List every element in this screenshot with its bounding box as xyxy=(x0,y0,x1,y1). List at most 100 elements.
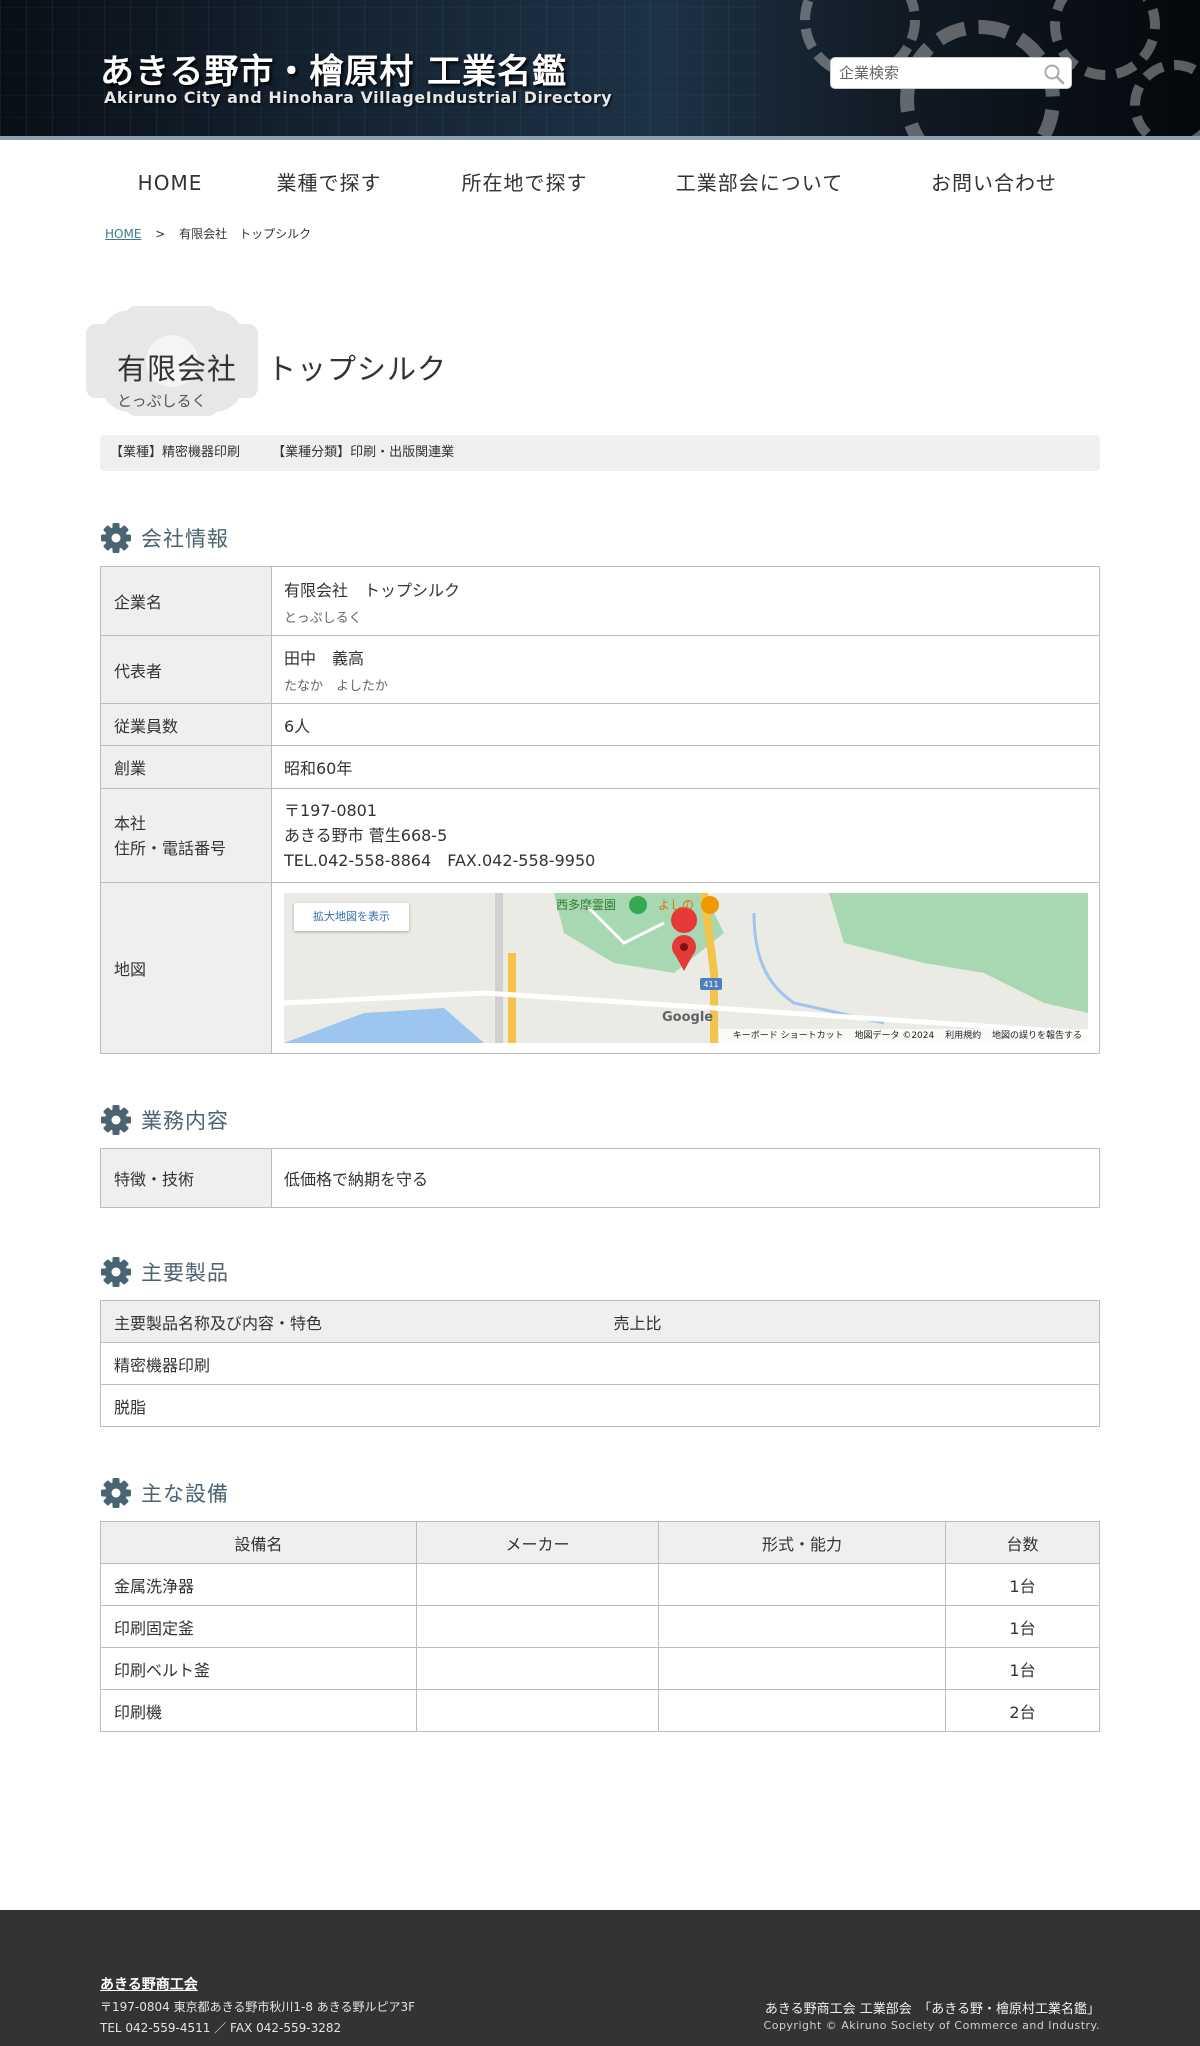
hq-address-label: 住所・電話番号 xyxy=(114,838,227,858)
equipment-spec xyxy=(658,1563,946,1606)
search-box xyxy=(830,57,1072,89)
row-label: 企業名 xyxy=(100,566,272,636)
company-name-kana: とっぷしるく xyxy=(284,610,362,626)
product-name: 脱脂 xyxy=(100,1384,1100,1427)
cemetery-marker-icon[interactable] xyxy=(629,896,647,914)
row-label: 特徴・技術 xyxy=(100,1148,272,1208)
gear-icon xyxy=(101,1478,131,1508)
representative-kana: たなか よしたか xyxy=(284,679,389,694)
google-logo: Google xyxy=(662,1010,713,1025)
column-header: 主要製品名称及び内容・特色 xyxy=(100,1300,601,1343)
product-name: 精密機器印刷 xyxy=(100,1342,1100,1385)
search-icon[interactable] xyxy=(1043,63,1065,85)
category-bar: 【業種】精密機器印刷 【業種分類】印刷・出版関連業 xyxy=(100,435,1100,471)
nav-item-industry[interactable]: 業種で探す xyxy=(240,165,418,201)
equipment-maker xyxy=(416,1647,659,1690)
map-place-label: 西多摩霊園 xyxy=(556,897,616,912)
table-row: 印刷ベルト釜 1台 xyxy=(100,1647,1100,1690)
column-header: 売上比 xyxy=(600,1300,1100,1343)
table-row: 企業名 有限会社 トップシルク とっぷしるく xyxy=(100,566,1100,636)
address: あきる野市 菅生668-5 xyxy=(284,826,448,845)
equipment-maker xyxy=(416,1605,659,1648)
row-label: 地図 xyxy=(100,882,272,1054)
map-route-number: 411 xyxy=(703,980,718,989)
table-row: 金属洗浄器 1台 xyxy=(100,1563,1100,1606)
breadcrumb-home-link[interactable]: HOME xyxy=(105,227,141,241)
page-title-kana: とっぷしるく xyxy=(117,392,207,410)
row-label: 従業員数 xyxy=(100,703,272,746)
table-row: 精密機器印刷 xyxy=(100,1342,1100,1385)
equipment-count: 1台 xyxy=(945,1647,1100,1690)
equipment-spec xyxy=(658,1689,946,1732)
category-tag: 【業種分類】印刷・出版関連業 xyxy=(272,445,455,460)
embedded-map[interactable]: 411 西多摩霊園 よしの Google 拡大地図を表示 キーボード ショートカ… xyxy=(284,893,1088,1043)
nav-item-about[interactable]: 工業部会について xyxy=(631,165,888,201)
enlarge-map-button[interactable]: 拡大地図を表示 xyxy=(294,903,409,931)
phone-fax: TEL.042-558-8864 FAX.042-558-9950 xyxy=(284,851,596,870)
map-report-error-link[interactable]: 地図の誤りを報告する xyxy=(992,1031,1082,1041)
postal-code: 〒197-0801 xyxy=(284,801,378,820)
gear-icon xyxy=(101,1257,131,1287)
row-label: 本社 住所・電話番号 xyxy=(100,788,272,883)
map-place-label: よしの xyxy=(658,898,694,912)
search-input[interactable] xyxy=(831,58,1031,88)
column-header: 形式・能力 xyxy=(658,1521,946,1564)
nav-item-location[interactable]: 所在地で探す xyxy=(418,165,631,201)
equipment-name: 印刷固定釜 xyxy=(100,1605,417,1648)
table-row: 脱脂 xyxy=(100,1384,1100,1427)
column-header: 台数 xyxy=(945,1521,1100,1564)
header-gear-decoration xyxy=(1130,60,1200,140)
column-header: メーカー xyxy=(416,1521,659,1564)
main-nav: HOME 業種で探す 所在地で探す 工業部会について お問い合わせ xyxy=(100,165,1100,201)
column-header: 設備名 xyxy=(100,1521,417,1564)
equipment-spec xyxy=(658,1605,946,1648)
site-header: あきる野市・檜原村 工業名鑑 Akiruno City and Hinohara… xyxy=(0,0,1200,140)
equipment-table: 設備名 メーカー 形式・能力 台数 金属洗浄器 1台 印刷固定釜 1台 印刷ベル… xyxy=(100,1521,1100,1732)
section-title: 主な設備 xyxy=(141,1482,229,1506)
industry-tag: 【業種】精密機器印刷 xyxy=(110,445,241,460)
section-title: 主要製品 xyxy=(141,1261,229,1285)
section-heading-business: 業務内容 xyxy=(100,1103,229,1137)
map-data-credit: 地図データ ©2024 xyxy=(854,1031,935,1041)
nav-item-contact[interactable]: お問い合わせ xyxy=(888,165,1100,201)
equipment-count: 2台 xyxy=(945,1689,1100,1732)
nav-item-home[interactable]: HOME xyxy=(100,165,240,201)
map-terms-link[interactable]: 利用規約 xyxy=(945,1031,981,1041)
footer-org-link[interactable]: あきる野商工会 xyxy=(100,1974,198,1994)
business-table: 特徴・技術 低価格で納期を守る xyxy=(100,1148,1100,1208)
section-title: 会社情報 xyxy=(141,527,229,551)
map-cell: 411 西多摩霊園 よしの Google 拡大地図を表示 キーボード ショートカ… xyxy=(271,882,1100,1054)
table-row: 印刷固定釜 1台 xyxy=(100,1605,1100,1648)
equipment-count: 1台 xyxy=(945,1605,1100,1648)
table-row: 代表者 田中 義高 たなか よしたか xyxy=(100,635,1100,704)
representative-value: 田中 義高 xyxy=(284,649,365,668)
table-row: 本社 住所・電話番号 〒197-0801 あきる野市 菅生668-5 TEL.0… xyxy=(100,788,1100,883)
site-subtitle: Akiruno City and Hinohara VillageIndustr… xyxy=(104,88,613,107)
table-header-row: 設備名 メーカー 形式・能力 台数 xyxy=(100,1521,1100,1564)
row-label: 創業 xyxy=(100,745,272,789)
founded-value: 昭和60年 xyxy=(271,745,1100,789)
gear-icon xyxy=(101,1105,131,1135)
equipment-count: 1台 xyxy=(945,1563,1100,1606)
employees-value: 6人 xyxy=(271,703,1100,746)
breadcrumb-separator: > xyxy=(155,227,166,241)
equipment-name: 印刷機 xyxy=(100,1689,417,1732)
map-attribution: キーボード ショートカット 地図データ ©2024 利用規約 地図の誤りを報告す… xyxy=(718,1029,1088,1043)
company-name-value: 有限会社 トップシルク xyxy=(284,580,461,600)
section-heading-equipment: 主な設備 xyxy=(100,1476,229,1510)
site-title[interactable]: あきる野市・檜原村 工業名鑑 xyxy=(100,44,567,93)
table-header-row: 主要製品名称及び内容・特色 売上比 xyxy=(100,1300,1100,1343)
hq-cell: 〒197-0801 あきる野市 菅生668-5 TEL.042-558-8864… xyxy=(271,788,1100,883)
table-row: 特徴・技術 低価格で納期を守る xyxy=(100,1148,1100,1208)
equipment-maker xyxy=(416,1563,659,1606)
header-bottom-border xyxy=(0,136,1200,140)
section-title: 業務内容 xyxy=(141,1109,229,1133)
equipment-spec xyxy=(658,1647,946,1690)
map-keyboard-shortcuts-link[interactable]: キーボード ショートカット xyxy=(733,1031,844,1041)
company-info-table: 企業名 有限会社 トップシルク とっぷしるく 代表者 田中 義高 たなか よした… xyxy=(100,566,1100,1054)
breadcrumb: HOME > 有限会社 トップシルク xyxy=(105,225,311,242)
restaurant-marker-icon[interactable] xyxy=(701,896,719,914)
footer-site-name: あきる野商工会 工業部会 「あきる野・檜原村工業名鑑」 xyxy=(764,2002,1100,2017)
company-name-cell: 有限会社 トップシルク とっぷしるく xyxy=(271,566,1100,636)
equipment-name: 金属洗浄器 xyxy=(100,1563,417,1606)
